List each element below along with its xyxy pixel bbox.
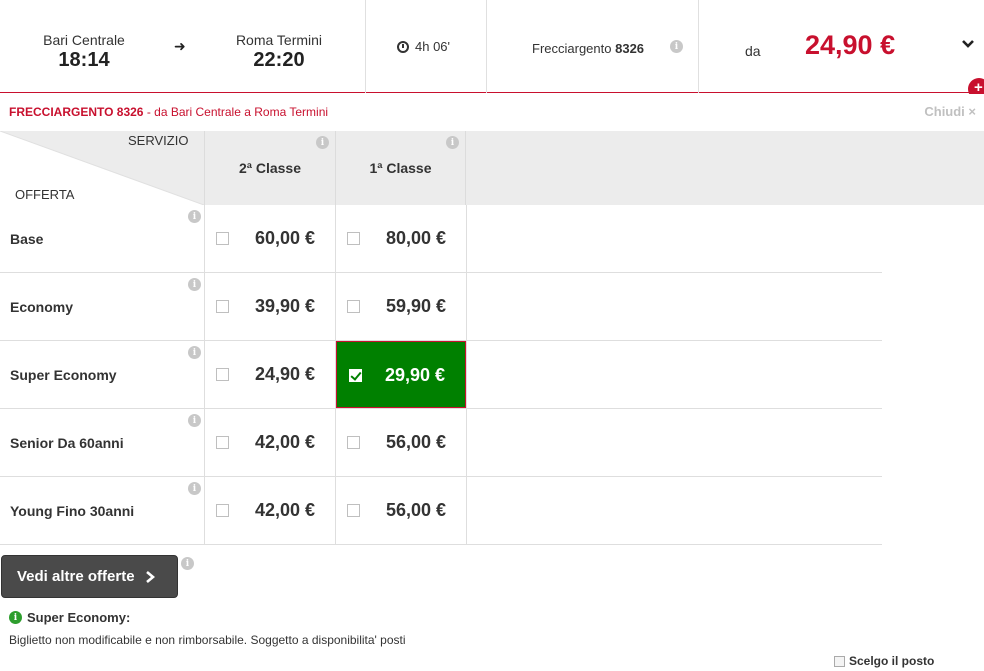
offer-info-icon[interactable]: i	[188, 414, 201, 427]
divider	[365, 0, 366, 93]
checkbox[interactable]	[347, 504, 360, 517]
column-divider	[466, 205, 467, 545]
offer-info-icon[interactable]: i	[188, 346, 201, 359]
arrival-time: 22:20	[253, 49, 305, 71]
more-offers-button[interactable]: Vedi altre offerte	[1, 555, 178, 598]
price-from: 24,90 €	[805, 30, 896, 60]
price-cell[interactable]: 59,90 €	[335, 273, 466, 340]
duration-text: 4h 06'	[415, 39, 451, 54]
note-title-text: Super Economy:	[27, 610, 131, 625]
offer-info-icon[interactable]: i	[188, 482, 201, 495]
price-cell[interactable]: 24,90 €	[204, 341, 335, 408]
price-cell[interactable]: 56,00 €	[335, 477, 466, 544]
price-value: 42,00 €	[254, 432, 315, 452]
offer-name: Super Economy	[10, 367, 117, 383]
choose-seat-checkbox[interactable]: Scelgo il posto	[834, 654, 934, 668]
price-cell[interactable]: 29,90 €	[336, 341, 466, 408]
offer-note-title: i Super Economy:	[9, 610, 130, 625]
divider	[486, 0, 487, 93]
arrival: Roma Termini 22:20	[219, 32, 339, 72]
route-train: FRECCIARGENTO 8326	[9, 105, 144, 119]
info-icon[interactable]: i	[446, 136, 459, 149]
info-icon: i	[9, 611, 22, 624]
offer-row: Super Economy i 24,90 € 29,90 €	[0, 341, 882, 409]
checkbox[interactable]	[216, 368, 229, 381]
price-value: 39,90 €	[254, 296, 315, 316]
price-cell[interactable]: 56,00 €	[335, 409, 466, 476]
column-divider	[335, 205, 336, 545]
price-value: 56,00 €	[385, 432, 446, 452]
price-prefix: da	[745, 43, 761, 59]
offer-name: Economy	[10, 299, 74, 315]
checkbox[interactable]	[834, 655, 845, 667]
clock-icon	[397, 40, 409, 53]
offer-label: OFFERTA	[15, 187, 75, 202]
departure-station: Bari Centrale	[43, 32, 125, 48]
train-type: Frecciargento	[532, 41, 612, 56]
price-value: 29,90 €	[384, 365, 445, 385]
offer-row: Base i 60,00 € 80,00 €	[0, 205, 882, 273]
column-label: 1ª Classe	[369, 160, 432, 176]
price-value: 60,00 €	[254, 228, 315, 248]
departure: Bari Centrale 18:14	[24, 32, 144, 72]
price-value: 59,90 €	[385, 296, 446, 316]
offer-name: Senior Da 60anni	[10, 435, 124, 451]
route-a: a	[244, 105, 255, 119]
seat-label: Scelgo il posto	[849, 654, 935, 668]
price-cell[interactable]: 42,00 €	[204, 409, 335, 476]
price-cell[interactable]: 80,00 €	[335, 205, 466, 272]
price-value: 24,90 €	[254, 364, 315, 384]
price-value: 42,00 €	[254, 500, 315, 520]
close-button[interactable]: Chiudi ×	[924, 104, 976, 119]
offer-name: Base	[10, 231, 44, 247]
price-cell[interactable]: 60,00 €	[204, 205, 335, 272]
offer-row: Young Fino 30anni i 42,00 € 56,00 €	[0, 477, 882, 545]
chevron-down-icon[interactable]	[962, 38, 974, 50]
column-header-second-class: 2ª Classe i	[204, 131, 335, 205]
checkbox[interactable]	[347, 232, 360, 245]
route-line: FRECCIARGENTO 8326 - da Bari Centrale a …	[9, 105, 328, 119]
train-info-icon[interactable]: i	[670, 40, 683, 53]
price-cell[interactable]: 39,90 €	[204, 273, 335, 340]
offer-name: Young Fino 30anni	[10, 503, 135, 519]
checkbox-checked[interactable]	[349, 369, 362, 382]
offer-note-text: Biglietto non modificabile e non rimbors…	[9, 633, 406, 647]
route-to: Roma Termini	[254, 105, 329, 119]
train-label: Frecciargento 8326	[532, 41, 644, 56]
column-header-first-class: 1ª Classe i	[335, 131, 466, 205]
checkbox[interactable]	[216, 232, 229, 245]
journey-summary[interactable]: Bari Centrale 18:14 ➜ Roma Termini 22:20…	[0, 0, 984, 100]
service-label: SERVIZIO	[128, 133, 189, 148]
checkbox[interactable]	[347, 300, 360, 313]
price-value: 56,00 €	[385, 500, 446, 520]
offer-row: Economy i 39,90 € 59,90 €	[0, 273, 882, 341]
more-offers-label: Vedi altre offerte	[17, 568, 135, 585]
info-icon[interactable]: i	[316, 136, 329, 149]
offer-info-icon[interactable]: i	[188, 278, 201, 291]
route-da: - da	[143, 105, 171, 119]
column-label: 2ª Classe	[238, 160, 301, 176]
divider	[698, 0, 699, 93]
chevron-right-icon	[145, 570, 155, 583]
duration: 4h 06'	[397, 39, 450, 54]
departure-time: 18:14	[58, 49, 110, 71]
checkbox[interactable]	[347, 436, 360, 449]
offer-info-icon[interactable]: i	[188, 210, 201, 223]
arrival-station: Roma Termini	[235, 32, 323, 48]
price-cell[interactable]: 42,00 €	[204, 477, 335, 544]
checkbox[interactable]	[216, 504, 229, 517]
offer-row: Senior Da 60anni i 42,00 € 56,00 €	[0, 409, 882, 477]
more-offers-info-icon[interactable]: i	[181, 557, 194, 570]
route-from: Bari Centrale	[170, 105, 241, 119]
column-divider	[204, 205, 205, 545]
price-value: 80,00 €	[385, 228, 446, 248]
train-detail-header: FRECCIARGENTO 8326 - da Bari Centrale a …	[0, 94, 984, 131]
arrow-right-icon: ➜	[174, 38, 186, 54]
train-number: 8326	[615, 41, 645, 56]
checkbox[interactable]	[216, 436, 229, 449]
checkbox[interactable]	[216, 300, 229, 313]
